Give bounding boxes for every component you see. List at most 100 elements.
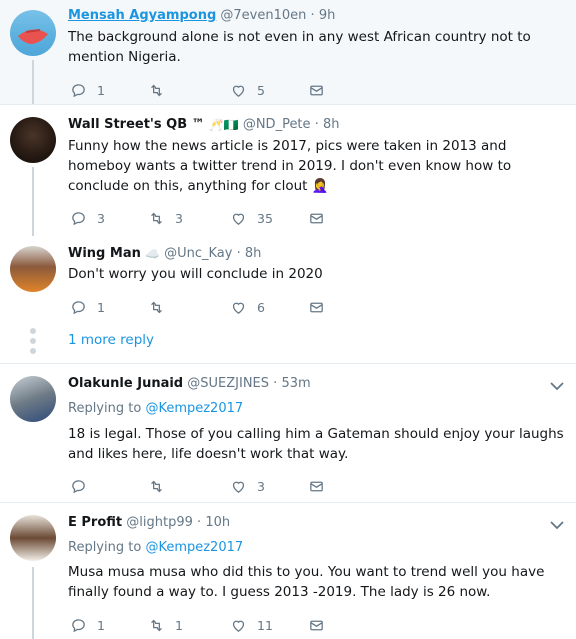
tweet-actions: 1 6 [68,297,368,317]
timestamp[interactable]: 8h [323,117,340,132]
retweet-icon [151,480,162,492]
heart-icon [232,481,245,493]
timestamp[interactable]: 53m [281,376,310,391]
reply-button[interactable]: 3 [70,208,105,228]
like-count: 35 [257,210,273,226]
author-name[interactable]: Mensah Agyampong [68,8,216,23]
retweet-icon [151,84,162,96]
replying-to: Replying to @Kempez2017 [68,540,243,555]
replying-to-handle[interactable]: @Kempez2017 [145,401,243,416]
separator-dot: · [273,376,278,391]
author-name[interactable]: Wing Man [68,246,141,261]
timestamp[interactable]: 8h [245,246,262,261]
retweet-button[interactable] [148,297,175,317]
avatar[interactable] [10,117,56,163]
tweet-actions: 3 [68,476,368,496]
dm-button[interactable] [308,80,325,100]
like-count: 3 [257,478,265,494]
tweet[interactable]: Mensah Agyampong @7even10en · 9h The bac… [0,0,576,104]
retweet-button[interactable]: 3 [148,208,183,228]
avatar[interactable] [10,515,56,561]
badge-emoji: 🥂🇳🇬 [208,117,239,132]
retweet-count: 1 [175,617,183,633]
avatar[interactable] [10,246,56,292]
retweet-button[interactable]: 1 [148,615,183,635]
author-name[interactable]: E Profit [68,515,122,530]
tweet-text: Don't worry you will conclude in 2020 [68,266,323,282]
chevron-down-icon[interactable] [550,520,564,530]
more-replies-link[interactable]: 1 more reply [68,332,154,348]
author-handle[interactable]: @lightp99 [126,515,193,530]
reply-button[interactable]: 1 [70,615,105,635]
tweet-text: 18 is legal. Those of you calling him a … [68,426,564,462]
avatar[interactable] [10,10,56,56]
timestamp[interactable]: 10h [205,515,230,530]
tweet-header: Wing Man ☁️ @Unc_Kay · 8h [68,246,261,261]
like-button[interactable]: 11 [230,615,273,635]
heart-icon [232,620,245,632]
reply-icon [72,300,85,314]
retweet-icon [151,301,162,313]
tweet-header: Olakunle Junaid @SUEZJINES · 53m [68,376,311,391]
tweet-header: Wall Street's QB ™ 🥂🇳🇬 @ND_Pete · 8h [68,117,339,132]
separator-dot: · [310,8,315,23]
like-button[interactable]: 6 [230,297,265,317]
dm-button[interactable] [308,476,325,496]
replying-to: Replying to @Kempez2017 [68,401,243,416]
like-button[interactable]: 35 [230,208,273,228]
reply-button[interactable]: 1 [70,80,105,100]
author-name[interactable]: Wall Street's QB ™ [68,117,205,132]
separator-dot: · [314,117,319,132]
reply-icon [72,83,85,97]
tweet[interactable]: E Profit @lightp99 · 10h Replying to @Ke… [0,503,576,639]
reply-button[interactable]: 1 [70,297,105,317]
separator-dot: · [197,515,202,530]
replying-to-label: Replying to [68,540,142,555]
author-handle[interactable]: @ND_Pete [243,117,311,132]
reply-count: 1 [97,617,105,633]
dm-button[interactable] [308,208,325,228]
author-handle[interactable]: @Unc_Kay [164,246,232,261]
tweet-header: E Profit @lightp99 · 10h [68,515,230,530]
separator-dot: · [236,246,241,261]
timestamp[interactable]: 9h [319,8,336,23]
avatar[interactable] [10,376,56,422]
tweet[interactable]: Wall Street's QB ™ 🥂🇳🇬 @ND_Pete · 8h Fun… [0,105,576,236]
tweet-actions: 1 1 11 [68,615,368,635]
chevron-down-icon[interactable] [550,381,564,391]
author-handle[interactable]: @SUEZJINES [187,376,269,391]
reply-icon [72,211,85,225]
like-button[interactable]: 3 [230,476,265,496]
retweet-button[interactable] [148,80,175,100]
replying-to-handle[interactable]: @Kempez2017 [145,540,243,555]
like-count: 5 [257,82,265,98]
reply-button[interactable] [70,476,97,496]
tweet-text: Funny how the news article is 2017, pics… [68,138,512,194]
thread-dot [30,338,36,344]
envelope-icon [310,85,323,95]
reply-count: 1 [97,82,105,98]
author-handle[interactable]: @7even10en [220,8,306,23]
tweet-header: Mensah Agyampong @7even10en · 9h [68,8,335,23]
dm-button[interactable] [308,297,325,317]
tweet-text: The background alone is not even in any … [68,29,531,65]
thread-line [32,167,34,236]
tweet-actions: 3 3 35 [68,208,368,228]
author-name[interactable]: Olakunle Junaid [68,376,183,391]
retweet-button[interactable] [148,476,175,496]
reply-icon [72,618,85,632]
like-button[interactable]: 5 [230,80,265,100]
dm-button[interactable] [308,615,325,635]
envelope-icon [310,620,323,630]
envelope-icon [310,213,323,223]
tweet[interactable]: Wing Man ☁️ @Unc_Kay · 8h Don't worry yo… [0,236,576,326]
thread-line [32,60,34,104]
heart-icon [232,85,245,97]
heart-icon [232,302,245,314]
retweet-icon [151,212,162,224]
tweet-text: Musa musa musa who did this to you. You … [68,564,545,600]
like-count: 6 [257,299,265,315]
badge-emoji: ☁️ [145,246,160,261]
tweet[interactable]: Olakunle Junaid @SUEZJINES · 53m Replyin… [0,364,576,502]
reply-count: 1 [97,299,105,315]
